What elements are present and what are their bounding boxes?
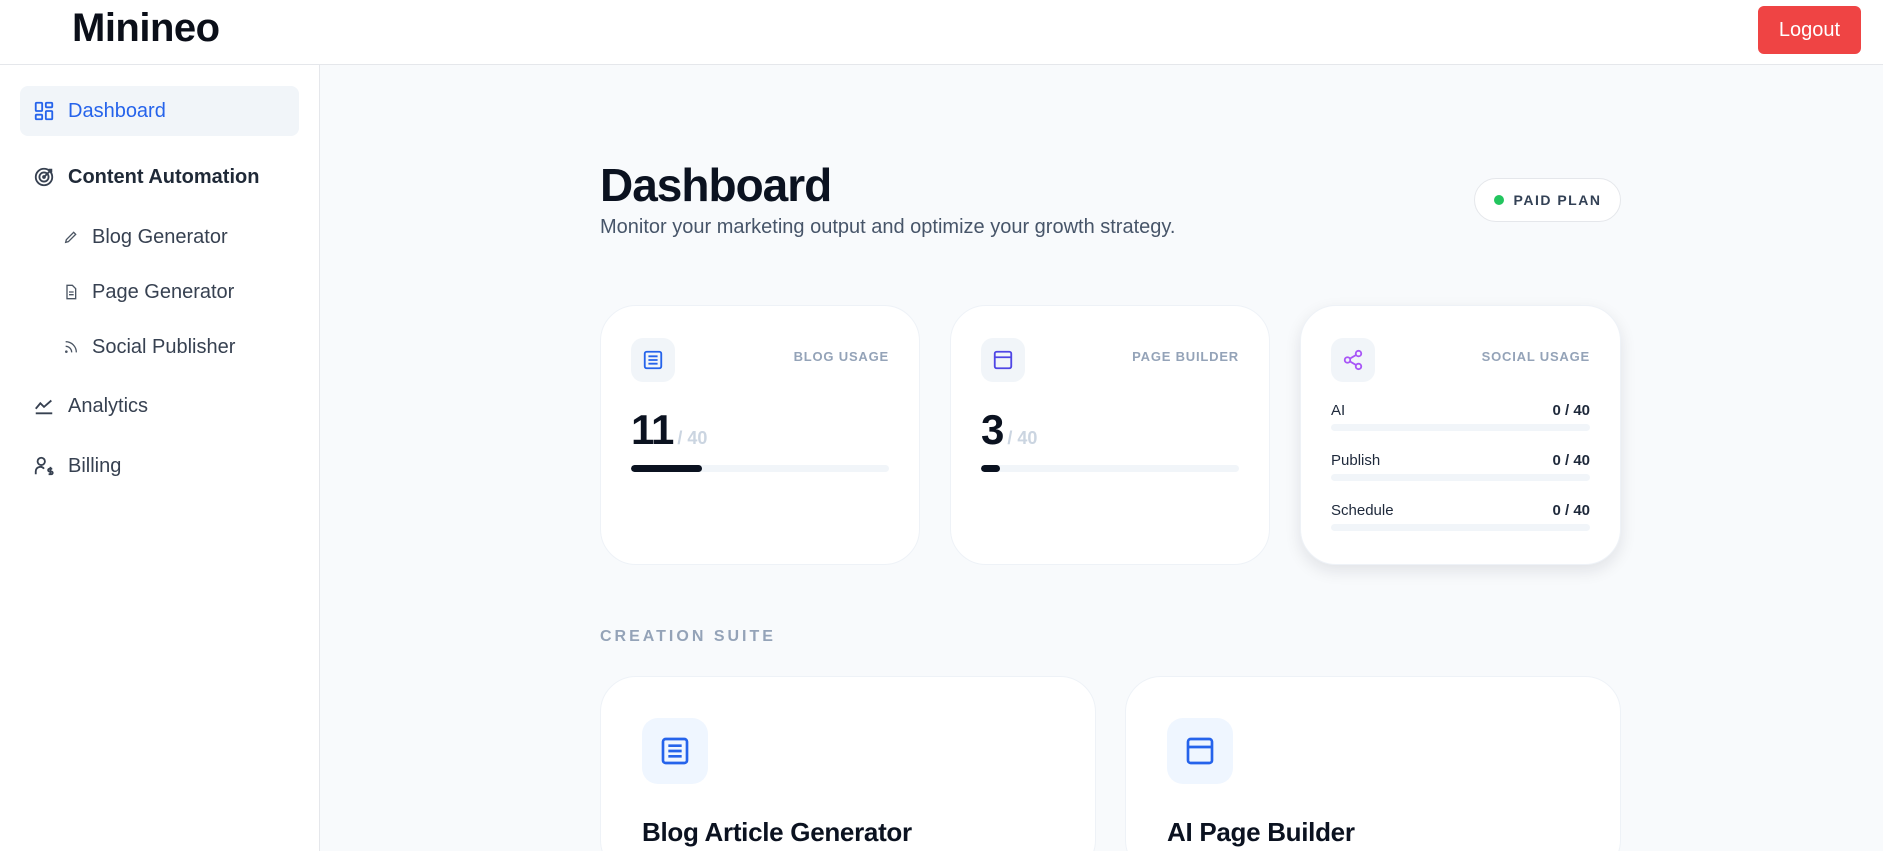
sidebar-item-label: Content Automation xyxy=(68,165,260,188)
tool-title: AI Page Builder xyxy=(1167,817,1355,847)
social-usage-card: SOCIAL USAGE AI 0 / 40 Publish 0 / 40 Sc… xyxy=(1300,305,1621,565)
usage-value: 11 xyxy=(631,406,674,453)
line-chart-icon xyxy=(32,394,56,418)
social-row-publish: Publish 0 / 40 xyxy=(1331,452,1590,482)
sidebar-item-blog-generator[interactable]: Blog Generator xyxy=(62,220,228,254)
usage-count: 3 / 40 xyxy=(981,406,1037,454)
plan-badge: PAID PLAN xyxy=(1474,178,1621,222)
usage-value: 3 xyxy=(981,406,1004,453)
blog-usage-card: BLOG USAGE 11 / 40 xyxy=(600,305,920,565)
usage-count: 11 / 40 xyxy=(631,406,707,454)
sidebar-item-social-publisher[interactable]: Social Publisher xyxy=(62,330,235,364)
sidebar-item-dashboard[interactable]: Dashboard xyxy=(20,86,299,136)
tool-title: Blog Article Generator xyxy=(642,817,912,847)
tool-card-ai-page-builder[interactable]: AI Page Builder xyxy=(1125,676,1621,851)
brand-logo[interactable]: Minineo xyxy=(72,6,220,51)
sidebar-item-billing[interactable]: Billing xyxy=(32,449,121,483)
social-row-value: 0 / 40 xyxy=(1552,452,1590,469)
page-builder-card: PAGE BUILDER 3 / 40 xyxy=(950,305,1270,565)
usage-progress-fill xyxy=(981,465,1001,472)
sidebar-item-page-generator[interactable]: Page Generator xyxy=(62,275,234,309)
usage-max: / 40 xyxy=(1007,428,1038,448)
share-icon xyxy=(1331,338,1375,382)
sidebar-item-label: Social Publisher xyxy=(92,335,236,358)
usage-progress-bar xyxy=(631,465,889,472)
card-label: BLOG USAGE xyxy=(793,349,889,364)
card-label: SOCIAL USAGE xyxy=(1481,349,1590,364)
social-row-label: Publish xyxy=(1331,452,1381,469)
page-subtitle: Monitor your marketing output and optimi… xyxy=(600,216,1176,238)
social-row-label: Schedule xyxy=(1331,502,1394,519)
section-heading-creation-suite: CREATION SUITE xyxy=(600,628,776,645)
sidebar-item-content-automation[interactable]: Content Automation xyxy=(32,160,259,194)
sidebar-item-label: Blog Generator xyxy=(92,225,228,248)
top-bar: Minineo Logout xyxy=(0,0,1883,65)
pencil-icon xyxy=(62,228,80,246)
sidebar-item-label: Page Generator xyxy=(92,280,235,303)
social-progress-bar xyxy=(1331,524,1590,531)
social-row-value: 0 / 40 xyxy=(1552,402,1590,419)
browser-window-icon xyxy=(981,338,1025,382)
browser-window-icon xyxy=(1167,718,1233,784)
social-row-ai: AI 0 / 40 xyxy=(1331,402,1590,432)
social-row-label: AI xyxy=(1331,402,1346,419)
rss-icon xyxy=(62,338,80,356)
target-icon xyxy=(32,165,56,189)
file-text-icon xyxy=(62,283,80,301)
card-label: PAGE BUILDER xyxy=(1132,349,1239,364)
sidebar: Dashboard Content Automation Blog Genera… xyxy=(0,65,320,851)
dashboard-grid-icon xyxy=(32,99,56,123)
document-list-icon xyxy=(642,718,708,784)
usage-max: / 40 xyxy=(677,428,708,448)
plan-badge-label: PAID PLAN xyxy=(1513,192,1602,208)
sidebar-item-label: Billing xyxy=(68,454,122,477)
sidebar-item-label: Dashboard xyxy=(68,99,166,122)
page-title: Dashboard xyxy=(600,159,832,211)
sidebar-item-analytics[interactable]: Analytics xyxy=(32,389,148,423)
user-dollar-icon xyxy=(32,454,56,478)
status-dot-icon xyxy=(1493,195,1504,205)
document-list-icon xyxy=(631,338,675,382)
tool-card-blog-article-generator[interactable]: Blog Article Generator xyxy=(600,676,1096,851)
social-row-schedule: Schedule 0 / 40 xyxy=(1331,502,1590,532)
social-progress-bar xyxy=(1331,424,1590,431)
logout-button[interactable]: Logout xyxy=(1758,6,1861,54)
usage-progress-bar xyxy=(981,465,1239,472)
sidebar-item-label: Analytics xyxy=(68,394,149,417)
social-row-value: 0 / 40 xyxy=(1552,502,1590,519)
usage-progress-fill xyxy=(631,465,702,472)
social-progress-bar xyxy=(1331,474,1590,481)
